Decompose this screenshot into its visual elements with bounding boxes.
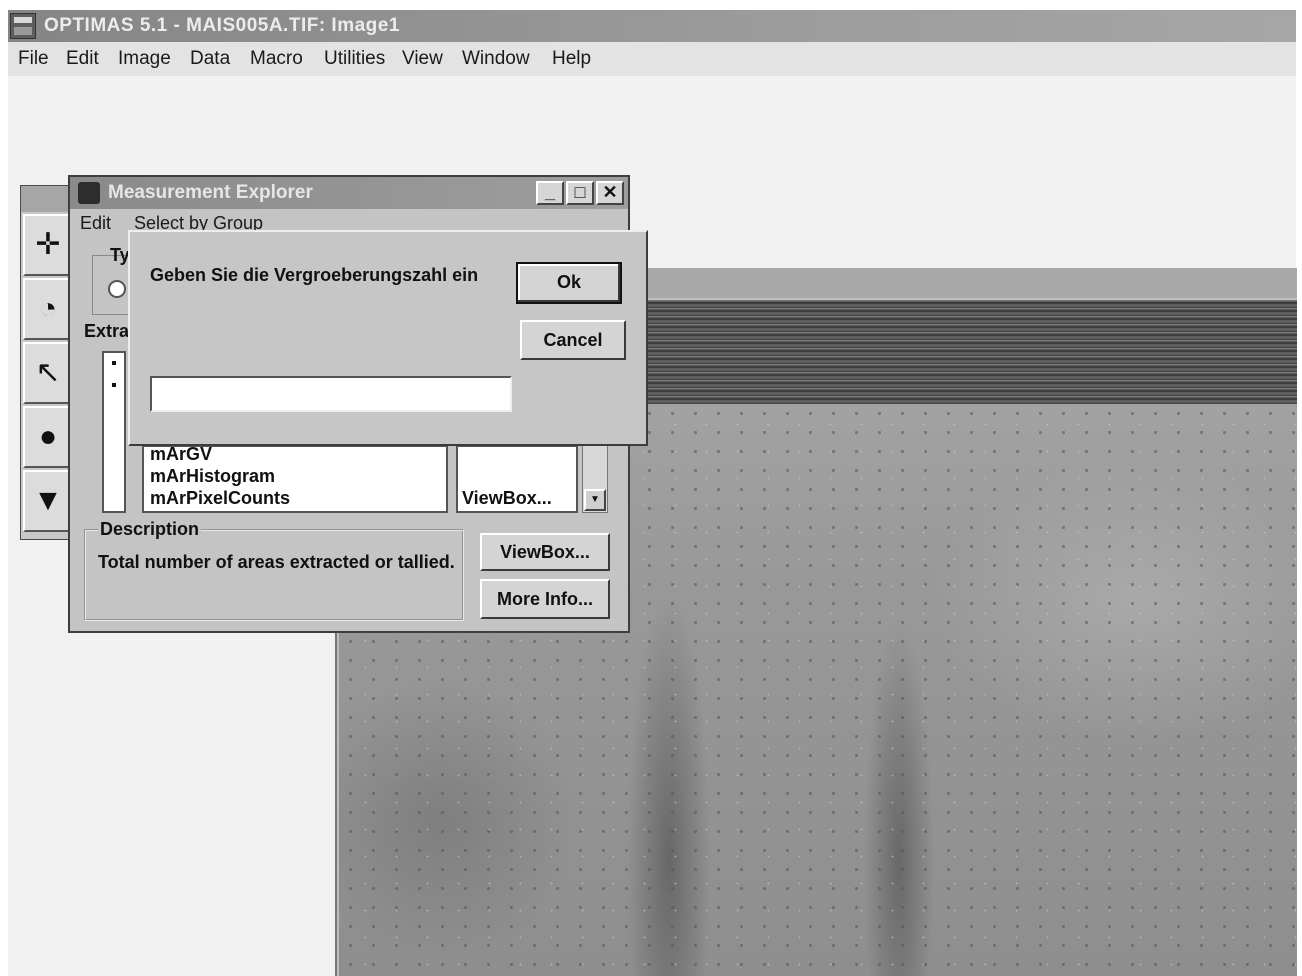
menu-help[interactable]: Help [552,48,591,70]
cancel-button[interactable]: Cancel [520,320,626,360]
type-radio-button[interactable] [108,280,126,298]
app-menubar: File Edit Image Data Macro Utilities Vie… [8,42,1296,76]
app-titlebar: OPTIMAS 5.1 - MAIS005A.TIF: Image1 [8,10,1296,42]
measurement-explorer-title: Measurement Explorer [108,182,313,203]
desktop-screen: OPTIMAS 5.1 - MAIS005A.TIF: Image1 File … [0,0,1302,976]
scroll-down-arrow-icon[interactable]: ▼ [584,489,606,511]
list-item[interactable]: mArGV [150,443,212,465]
viewbox-list-item[interactable]: ViewBox... [462,488,552,509]
description-text: Total number of areas extracted or talli… [98,552,455,572]
viewbox-list[interactable]: ViewBox... [456,445,578,513]
dialog-prompt-text: Geben Sie die Vergroeberungszahl ein [150,265,479,285]
menu-file[interactable]: File [18,48,49,70]
area-selection-tool-icon[interactable]: ◔ [23,278,73,340]
input-dialog: Geben Sie die Vergroeberungszahl ein Ok … [128,230,648,446]
close-icon[interactable]: ✕ [596,181,624,205]
description-label: Description [98,519,202,540]
list-bullet [112,383,116,387]
measurement-explorer-icon[interactable] [78,182,100,204]
magnification-input[interactable] [150,376,512,412]
menu-image[interactable]: Image [118,48,171,70]
menu-macro[interactable]: Macro [250,48,303,70]
type-label: Ty [110,245,130,265]
list-bullet [112,361,116,365]
ok-button[interactable]: Ok [516,262,622,304]
more-info-button[interactable]: More Info... [480,579,610,619]
description-groupbox [84,529,464,621]
menu-utilities[interactable]: Utilities [324,48,385,70]
crosshair-pointer-tool-icon[interactable]: ✛ [23,214,73,276]
menu-data[interactable]: Data [190,48,230,70]
list-item[interactable]: mArPixelCounts [150,487,290,509]
app-title: OPTIMAS 5.1 - MAIS005A.TIF: Image1 [44,15,400,36]
tool-palette: ✛ ◔ ↖ ● ▼ [20,185,73,540]
minimize-icon[interactable]: _ [536,181,564,205]
measurement-list[interactable]: mArGV mArHistogram mArPixelCounts [142,443,448,513]
tool-palette-titlebar[interactable] [21,186,71,212]
list-item[interactable]: mArHistogram [150,465,275,487]
viewbox-button[interactable]: ViewBox... [480,533,610,571]
maximize-icon[interactable]: □ [566,181,594,205]
menu-edit[interactable]: Edit [66,48,99,70]
menu-window[interactable]: Window [462,48,530,70]
arrow-pointer-tool-icon[interactable]: ↖ [23,342,73,404]
menu-view[interactable]: View [402,48,443,70]
blob-objects-tool-icon[interactable]: ● [23,406,73,468]
app-icon[interactable] [10,13,36,39]
measurement-explorer-titlebar[interactable]: Measurement Explorer _ □ ✕ [70,177,628,209]
extract-list[interactable] [102,351,126,513]
list-scrollbar[interactable]: ▼ [582,445,608,513]
extract-label: Extra [84,321,130,341]
filter-funnel-tool-icon[interactable]: ▼ [23,470,73,532]
me-menu-edit[interactable]: Edit [80,213,111,234]
